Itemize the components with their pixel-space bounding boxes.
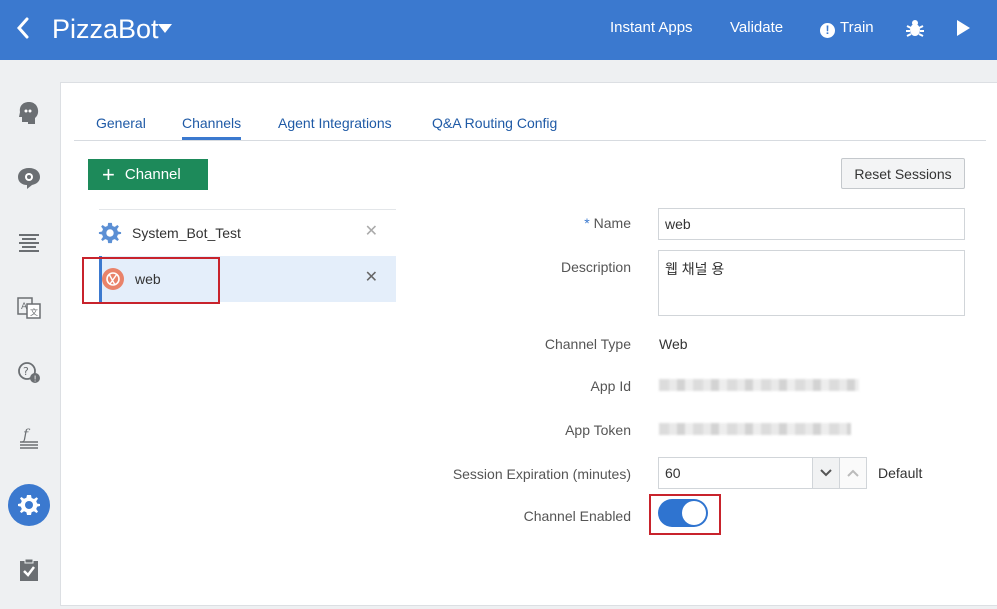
tab-qa-routing-config[interactable]: Q&A Routing Config <box>432 114 557 140</box>
plus-icon: + <box>102 161 115 187</box>
delete-channel-close-icon[interactable]: ✕ <box>365 223 378 241</box>
validate-link[interactable]: Validate <box>730 19 783 37</box>
channel-label: System_Bot_Test <box>132 225 241 241</box>
left-nav-rail: A文 ?! f <box>0 60 58 609</box>
svg-text:f: f <box>22 427 31 443</box>
entities-icon[interactable] <box>8 157 50 199</box>
decrement-chevron-down-icon[interactable] <box>813 457 840 489</box>
bot-name-title[interactable]: PizzaBot <box>52 12 159 46</box>
play-test-icon[interactable] <box>957 20 970 36</box>
reset-sessions-button[interactable]: Reset Sessions <box>841 158 965 189</box>
svg-text:!: ! <box>34 375 37 384</box>
intents-icon[interactable] <box>8 92 50 134</box>
resource-bundles-icon[interactable]: A文 <box>8 287 50 329</box>
svg-text:?: ? <box>23 365 29 378</box>
channel-item-system-bot-test[interactable]: System_Bot_Test ✕ <box>98 210 396 256</box>
app-id-redacted-value <box>659 379 859 391</box>
increment-chevron-up-icon[interactable] <box>840 457 867 489</box>
session-expiration-input[interactable] <box>658 457 813 489</box>
channel-enabled-toggle[interactable] <box>658 499 708 527</box>
add-channel-button[interactable]: + Channel <box>88 159 208 190</box>
description-textarea[interactable]: 웹 채널 용 <box>658 250 965 316</box>
chevron-left-icon <box>16 17 29 39</box>
tab-agent-integrations[interactable]: Agent Integrations <box>278 114 392 140</box>
toggle-knob <box>682 501 706 525</box>
channel-type-value: Web <box>659 336 688 352</box>
name-input[interactable] <box>658 208 965 240</box>
quality-icon[interactable] <box>8 549 50 591</box>
channel-item-web[interactable]: web ✕ <box>99 256 396 302</box>
default-label: Default <box>878 465 923 481</box>
bug-debug-icon[interactable] <box>904 17 926 39</box>
svg-text:文: 文 <box>30 307 38 317</box>
channel-enabled-label: Channel Enabled <box>523 508 631 524</box>
channel-type-label: Channel Type <box>544 336 631 352</box>
session-expiration-label: Session Expiration (minutes) <box>452 466 631 482</box>
qna-icon[interactable]: ?! <box>8 352 50 394</box>
tab-general[interactable]: General <box>96 114 146 140</box>
settings-icon[interactable] <box>8 484 50 526</box>
delete-channel-close-icon[interactable]: ✕ <box>365 269 378 287</box>
app-token-redacted-value <box>659 423 851 435</box>
session-expiration-spinner <box>658 457 867 489</box>
bot-switcher-chevron-down-icon[interactable] <box>158 24 172 33</box>
channel-list: System_Bot_Test ✕ web ✕ <box>98 209 396 302</box>
tab-channels[interactable]: Channels <box>182 114 242 140</box>
app-id-label: App Id <box>590 378 631 394</box>
train-label: Train <box>840 19 874 36</box>
components-icon[interactable]: f <box>8 417 50 459</box>
back-chevron-icon[interactable] <box>16 16 38 42</box>
name-label: * Name <box>584 215 631 231</box>
svg-text:A: A <box>21 302 28 312</box>
info-icon: ! <box>820 23 835 38</box>
description-label: Description <box>560 259 631 275</box>
train-button[interactable]: ! Train <box>820 19 874 38</box>
web-channel-icon <box>101 267 125 291</box>
instant-apps-link[interactable]: Instant Apps <box>610 19 693 37</box>
app-token-label: App Token <box>565 422 631 438</box>
gear-icon <box>98 221 122 245</box>
settings-tabs: General Channels Agent Integrations Q&A … <box>74 101 986 141</box>
required-asterisk: * <box>584 215 590 231</box>
add-channel-label: Channel <box>124 166 181 183</box>
top-bar: PizzaBot Instant Apps Validate ! Train <box>0 0 997 60</box>
flows-icon[interactable] <box>8 222 50 264</box>
main-panel: General Channels Agent Integrations Q&A … <box>60 82 997 606</box>
channel-label: web <box>135 271 161 287</box>
